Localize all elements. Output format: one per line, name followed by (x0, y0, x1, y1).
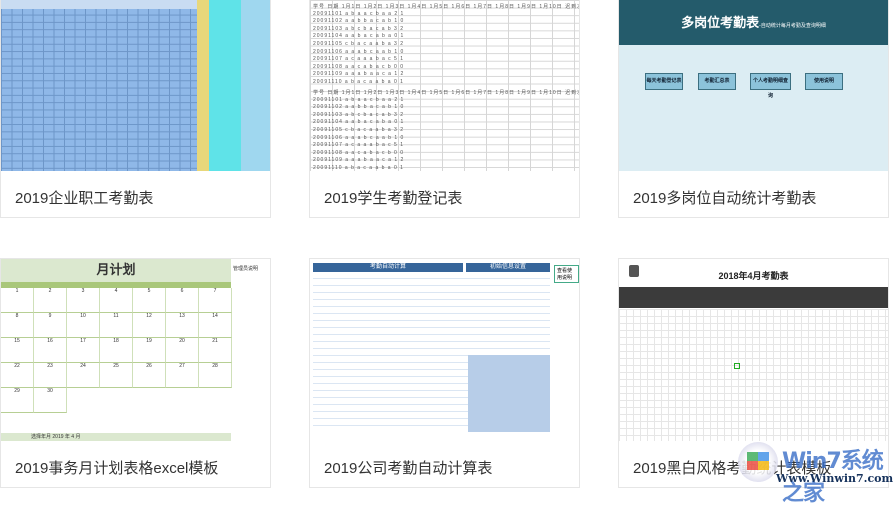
preview-day-cell: 8 (1, 313, 34, 338)
thumbnail-preview: 考勤自动计算 初始信息设置 查看使用说明 (310, 259, 579, 441)
preview-row: 20091107 a c a a a b a c 5 1 (313, 56, 405, 63)
preview-row: 20091107 a c a a a b a c 5 1 (313, 142, 405, 149)
preview-day-cell: 16 (34, 338, 67, 363)
preview-row: 学号 日期 1月1日 1月2日 1月3日 1月4日 1月5日 1月6日 1月7日… (313, 4, 579, 10)
preview-row: 20091103 a b c b a c a b 3 2 (313, 111, 405, 118)
preview-row: 20091105 c b a c a a b a 3 2 (313, 41, 405, 47)
preview-button: 个人考勤明细查询 (750, 73, 791, 99)
preview-day-cell: 1 (1, 288, 34, 313)
preview-heading: 初始信息设置 (466, 263, 550, 272)
preview-row: 20091109 a a a b a a c a 1 2 (313, 157, 405, 164)
preview-row: 20091108 a a c a b a c b 0 0 (313, 149, 405, 156)
preview-day-cell: 15 (1, 338, 34, 363)
preview-day-cell: 2 (34, 288, 67, 313)
preview-day-cell: 7 (199, 288, 232, 313)
preview-row: 20091104 a a b a c a b a 0 1 (313, 119, 405, 126)
preview-row: 20091105 c b a c a a b a 3 2 (313, 127, 405, 133)
preview-day-cell: 20 (166, 338, 199, 363)
card-title[interactable]: 2019多岗位自动统计考勤表 (633, 187, 816, 208)
preview-row: 20091106 a a a b c a a b 1 0 (313, 134, 405, 141)
template-card-1[interactable]: 2019企业职工考勤表 (0, 0, 271, 218)
preview-row: 20091101 a b a a c b a a 2 1 (313, 96, 405, 103)
preview-day-cell: 28 (199, 363, 232, 388)
thumbnail-preview: 学号 日期 1月1日 1月2日 1月3日 1月4日 1月5日 1月6日 1月7日… (310, 0, 579, 171)
preview-day-cell: 25 (100, 363, 133, 388)
preview-button: 每天考勤登记表 (645, 73, 683, 90)
preview-button: 考勤汇总表 (698, 73, 736, 90)
preview-heading: 月计划 (1, 259, 231, 282)
preview-day-cell: 18 (100, 338, 133, 363)
preview-day-cell: 30 (34, 388, 67, 413)
preview-day-cell: 13 (166, 313, 199, 338)
preview-subheading: -自动统计每月考勤及查询明细 (759, 23, 826, 29)
preview-day-cell: 27 (166, 363, 199, 388)
preview-button: 使用说明 (805, 73, 843, 90)
preview-row: 20091103 a b c b a c a b 3 2 (313, 25, 405, 32)
preview-row: 学号 日期 1月1日 1月2日 1月3日 1月4日 1月5日 1月6日 1月7日… (313, 90, 579, 96)
preview-footer: 选择年月 2019 年 4 月 (1, 433, 231, 441)
template-card-4[interactable]: 月计划 管理员说明 选择年月 2019 年 4 月 1 2 3 4 5 6 7 8 9 10 11 1… (0, 258, 271, 488)
card-title[interactable]: 2019企业职工考勤表 (15, 187, 153, 208)
template-card-5[interactable]: 考勤自动计算 初始信息设置 查看使用说明 2019公司考勤自动计算表 (309, 258, 580, 488)
preview-row: 20091101 a b a a c b a a 2 1 (313, 10, 405, 17)
preview-day-cell: 19 (133, 338, 166, 363)
preview-row: 20091110 a b a c a a b a 0 1 (313, 79, 404, 85)
preview-day-cell: 6 (166, 288, 199, 313)
preview-day-cell: 3 (67, 288, 100, 313)
preview-row: 20091104 a a b a c a b a 0 1 (313, 33, 405, 40)
preview-day-cell: 22 (1, 363, 34, 388)
preview-row: 20091106 a a a b c a a b 1 0 (313, 48, 405, 55)
preview-heading: 2018年4月考勤表 (718, 271, 789, 281)
thumbnail-preview: 2018年4月考勤表 (619, 259, 888, 441)
preview-day-cell: 4 (100, 288, 133, 313)
thumbnail-preview: 多岗位考勤表-自动统计每月考勤及查询明细 每天考勤登记表 考勤汇总表 个人考勤明… (619, 0, 888, 171)
card-title[interactable]: 2019学生考勤登记表 (324, 187, 462, 208)
template-card-2[interactable]: 学号 日期 1月1日 1月2日 1月3日 1月4日 1月5日 1月6日 1月7日… (309, 0, 580, 218)
preview-heading: 多岗位考勤表 (681, 15, 760, 30)
preview-day-cell: 11 (100, 313, 133, 338)
template-card-3[interactable]: 多岗位考勤表-自动统计每月考勤及查询明细 每天考勤登记表 考勤汇总表 个人考勤明… (618, 0, 889, 218)
preview-row: 20091108 a a c a b a c b 0 0 (313, 63, 405, 70)
template-card-6[interactable]: 2018年4月考勤表 2019黑白风格考勤统计表模板 (618, 258, 889, 488)
card-title[interactable]: 2019事务月计划表格excel模板 (15, 457, 218, 478)
preview-day-cell: 9 (34, 313, 67, 338)
preview-row: 20091110 a b a c a a b a 0 1 (313, 165, 404, 171)
card-title[interactable]: 2019公司考勤自动计算表 (324, 457, 492, 478)
preview-day-cell: 26 (133, 363, 166, 388)
preview-day-cell: 29 (1, 388, 34, 413)
preview-day-cell: 23 (34, 363, 67, 388)
preview-day-cell: 10 (67, 313, 100, 338)
preview-day-cell: 24 (67, 363, 100, 388)
preview-row: 20091109 a a a b a a c a 1 2 (313, 71, 405, 78)
preview-side-note: 管理员说明 (233, 266, 259, 272)
preview-row: 20091102 a a b b a c a b 1 0 (313, 104, 405, 111)
thumbnail-preview: 月计划 管理员说明 选择年月 2019 年 4 月 1 2 3 4 5 6 7 8 9 10 11 1… (1, 259, 270, 441)
preview-row: 20091102 a a b b a c a b 1 0 (313, 18, 405, 25)
thumbnail-preview (1, 0, 270, 171)
preview-heading: 考勤自动计算 (313, 263, 463, 272)
preview-day-cell: 17 (67, 338, 100, 363)
preview-day-cell: 12 (133, 313, 166, 338)
card-title[interactable]: 2019黑白风格考勤统计表模板 (633, 457, 831, 478)
preview-side-note: 查看使用说明 (554, 265, 579, 283)
preview-day-cell: 21 (199, 338, 232, 363)
preview-day-cell: 14 (199, 313, 232, 338)
preview-day-cell: 5 (133, 288, 166, 313)
